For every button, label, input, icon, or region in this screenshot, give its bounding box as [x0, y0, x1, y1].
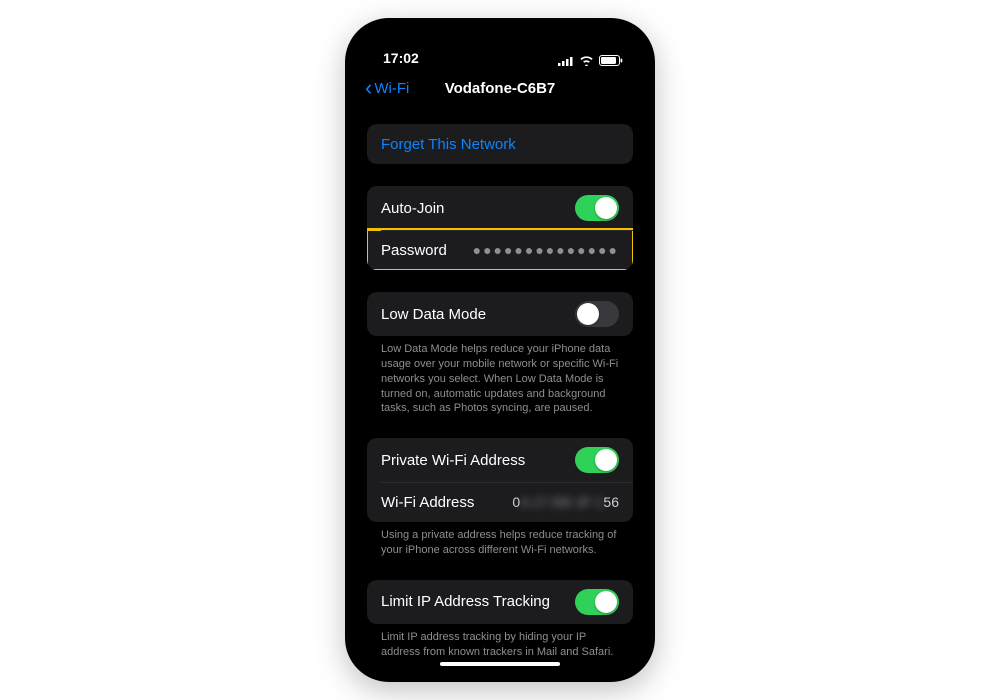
content[interactable]: Forget This Network Auto-Join Password ●…	[355, 108, 645, 672]
low-data-row[interactable]: Low Data Mode	[367, 292, 633, 336]
password-row[interactable]: Password ●●●●●●●●●●●●●●	[367, 230, 633, 270]
private-footer: Using a private address helps reduce tra…	[367, 522, 633, 558]
limit-ip-label: Limit IP Address Tracking	[381, 593, 550, 610]
private-wifi-row[interactable]: Private Wi-Fi Address	[367, 438, 633, 482]
auto-join-label: Auto-Join	[381, 200, 444, 217]
auto-join-toggle[interactable]	[575, 195, 619, 221]
battery-icon	[599, 55, 623, 66]
limit-ip-row[interactable]: Limit IP Address Tracking	[367, 580, 633, 624]
low-data-footer: Low Data Mode helps reduce your iPhone d…	[367, 336, 633, 416]
limitip-footer: Limit IP address tracking by hiding your…	[367, 624, 633, 660]
phone-frame: 17:02 ‹ Wi-Fi Vodafone-C6B7 Forget This …	[345, 18, 655, 682]
private-group: Private Wi-Fi Address Wi-Fi Address 0A:2…	[367, 438, 633, 522]
home-indicator[interactable]	[440, 662, 560, 666]
password-mask: ●●●●●●●●●●●●●●	[473, 242, 619, 258]
auto-join-row[interactable]: Auto-Join	[367, 186, 633, 230]
status-time: 17:02	[383, 50, 419, 66]
status-icons	[558, 55, 623, 66]
limitip-group: Limit IP Address Tracking	[367, 580, 633, 624]
back-button[interactable]: ‹ Wi-Fi	[365, 68, 409, 108]
join-group: Auto-Join Password ●●●●●●●●●●●●●●	[367, 186, 633, 270]
low-data-label: Low Data Mode	[381, 306, 486, 323]
password-label: Password	[381, 242, 447, 259]
wifi-address-row[interactable]: Wi-Fi Address 0A:27:BB:3F:156	[367, 482, 633, 522]
forget-network-button[interactable]: Forget This Network	[367, 124, 633, 164]
limit-ip-toggle[interactable]	[575, 589, 619, 615]
wifi-address-label: Wi-Fi Address	[381, 494, 474, 511]
nav-bar: ‹ Wi-Fi Vodafone-C6B7	[355, 68, 645, 108]
lowdata-group: Low Data Mode	[367, 292, 633, 336]
chevron-left-icon: ‹	[365, 77, 372, 99]
wifi-icon	[579, 55, 594, 66]
private-wifi-toggle[interactable]	[575, 447, 619, 473]
screen: 17:02 ‹ Wi-Fi Vodafone-C6B7 Forget This …	[355, 28, 645, 672]
private-wifi-label: Private Wi-Fi Address	[381, 452, 525, 469]
forget-group: Forget This Network	[367, 124, 633, 164]
forget-label: Forget This Network	[381, 136, 516, 153]
wifi-address-value: 0A:27:BB:3F:156	[512, 494, 619, 510]
notch	[430, 26, 570, 50]
page-title: Vodafone-C6B7	[445, 80, 556, 97]
back-label: Wi-Fi	[374, 80, 409, 97]
low-data-toggle[interactable]	[575, 301, 619, 327]
cellular-icon	[558, 56, 574, 66]
